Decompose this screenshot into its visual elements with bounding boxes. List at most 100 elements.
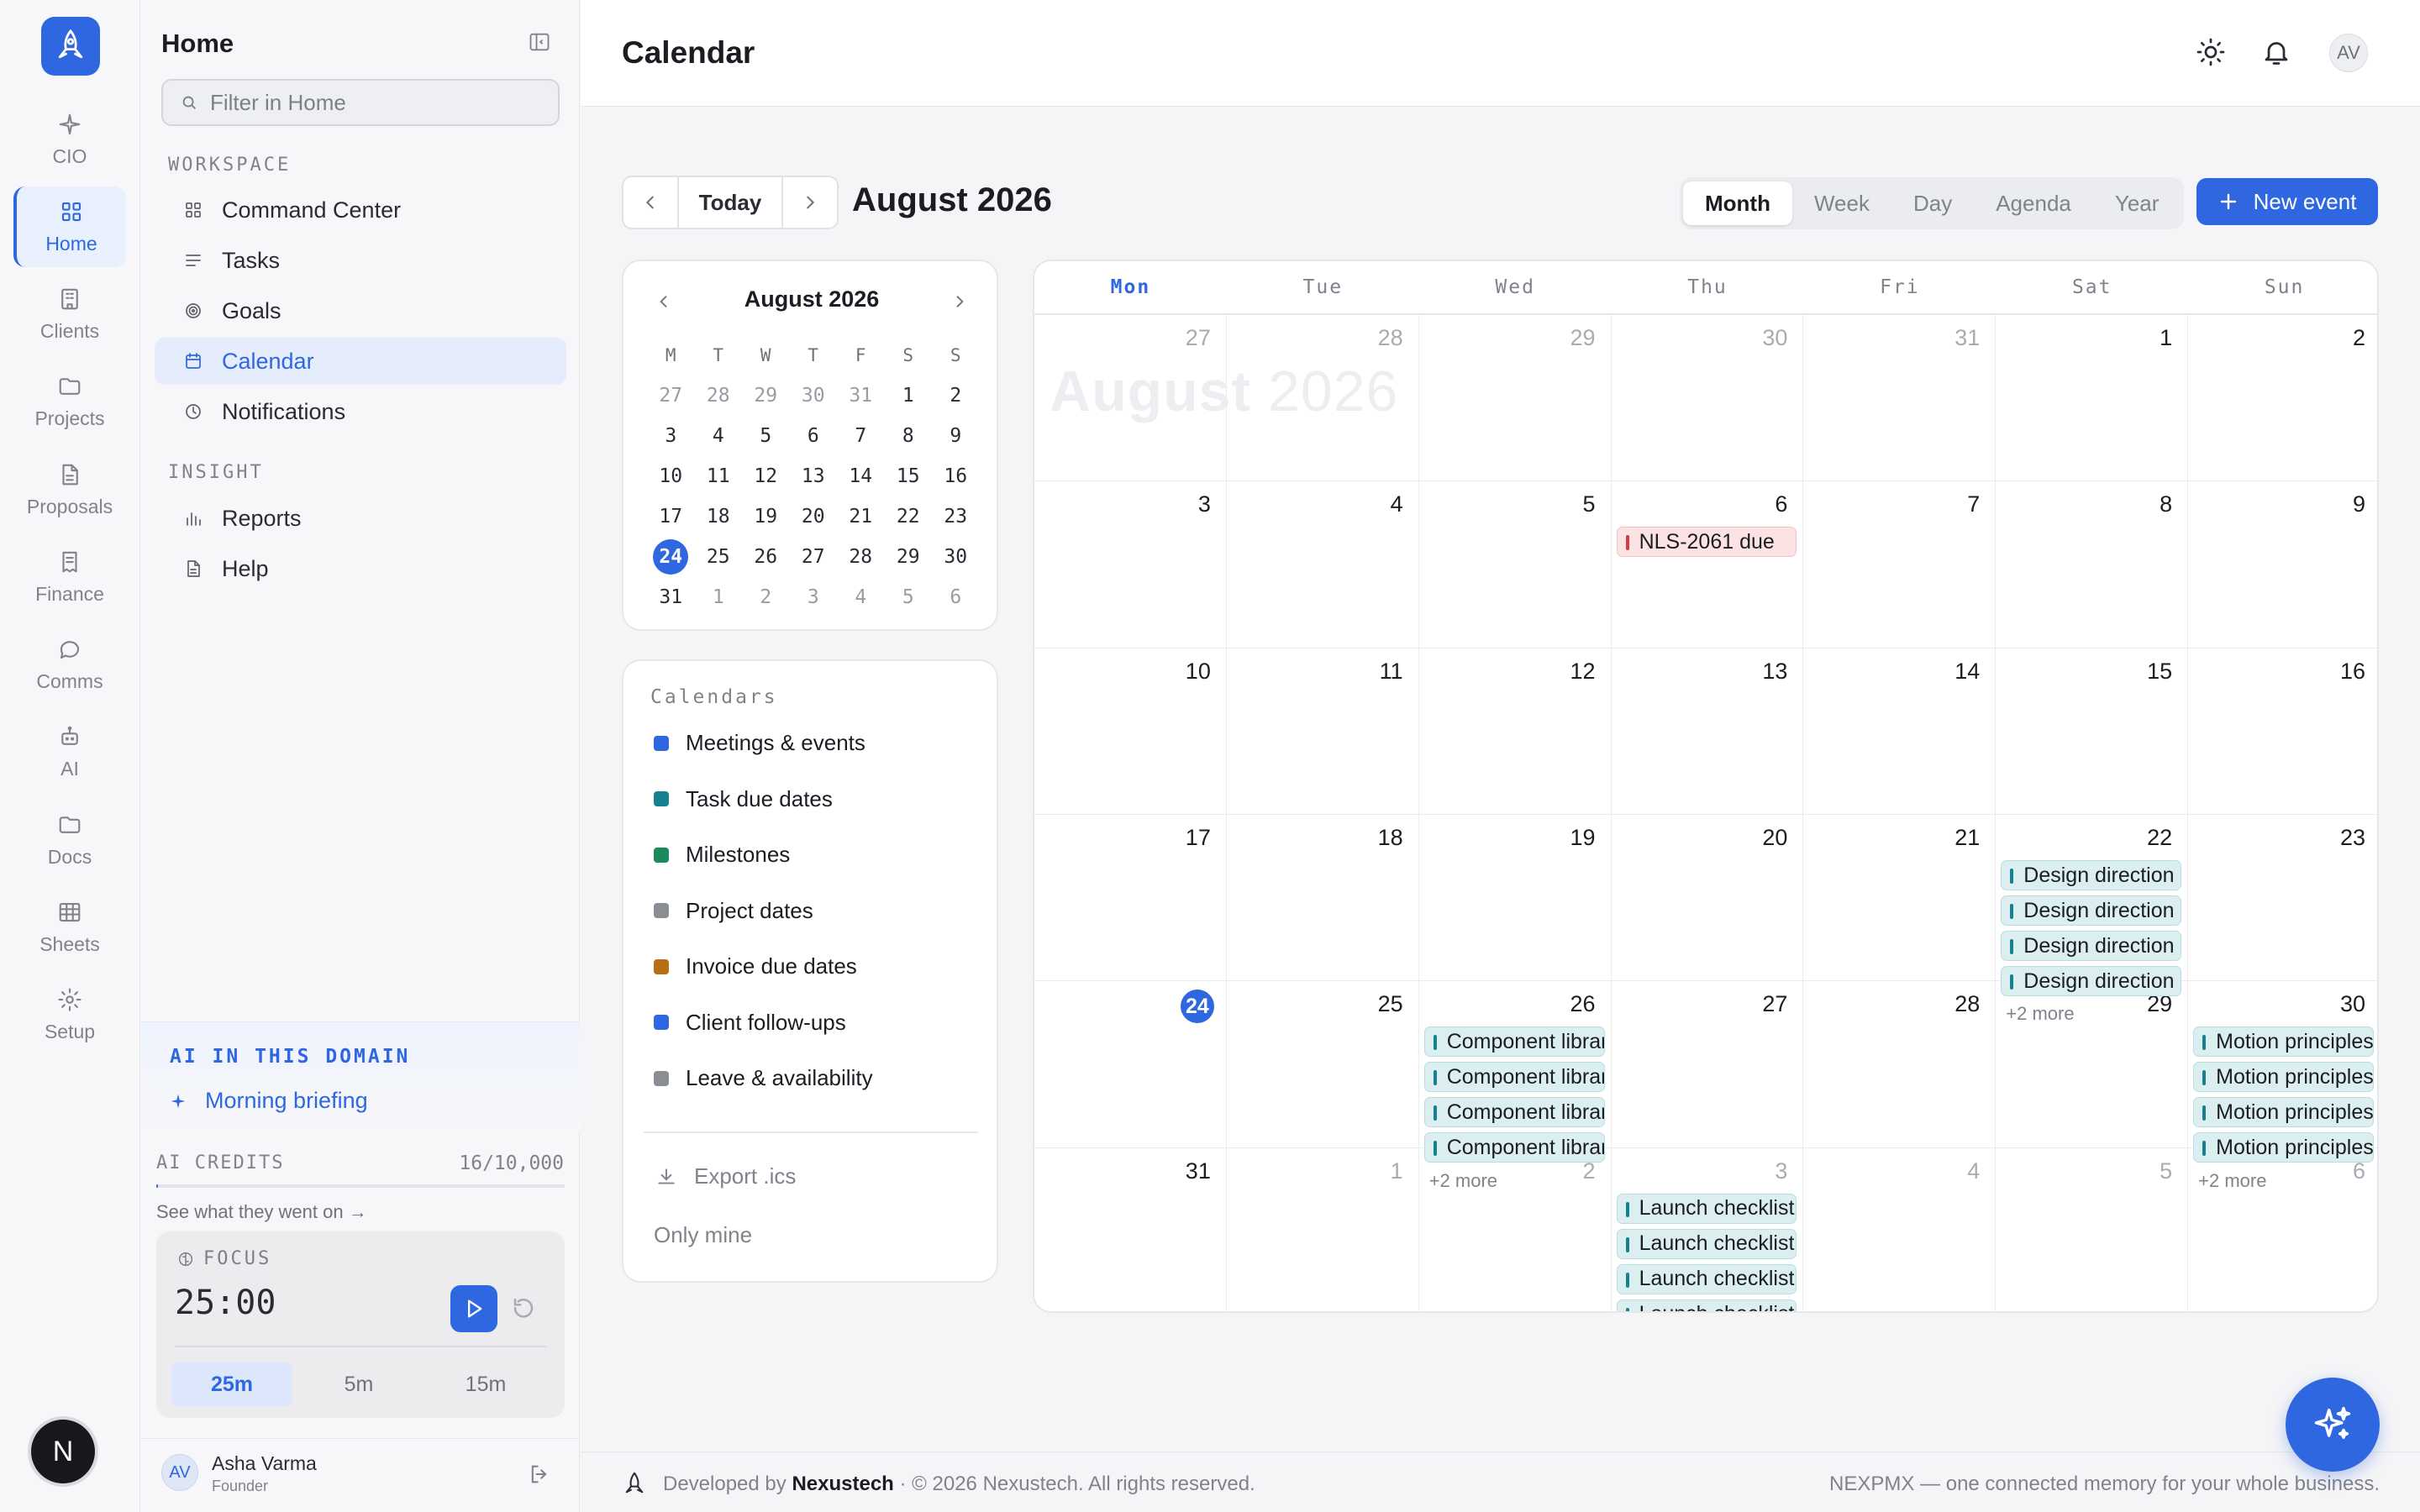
mini-day[interactable]: 26 — [742, 537, 790, 577]
calendar-toggle-leave-availability[interactable]: Leave & availability — [654, 1065, 873, 1091]
mini-day[interactable]: 25 — [695, 537, 743, 577]
more-events-link[interactable]: +2 more — [2006, 1003, 2074, 1025]
calendar-event[interactable]: Motion principles — [2193, 1026, 2374, 1058]
sidebar-item-reports[interactable]: Reports — [155, 495, 566, 542]
more-events-link[interactable]: +2 more — [1429, 1170, 1497, 1192]
rail-item-ai[interactable]: AI — [13, 711, 126, 792]
mini-day[interactable]: 5 — [885, 577, 933, 617]
day-cell[interactable]: 29 — [1418, 315, 1612, 482]
sidebar-item-goals[interactable]: Goals — [155, 287, 566, 334]
rail-item-sheets[interactable]: Sheets — [13, 887, 126, 968]
mini-day[interactable]: 31 — [647, 577, 695, 617]
mini-day[interactable]: 2 — [932, 375, 980, 416]
day-cell[interactable]: 13 — [1611, 648, 1804, 815]
mini-day[interactable]: 31 — [837, 375, 885, 416]
new-event-button[interactable]: New event — [2196, 178, 2378, 225]
mini-day[interactable]: 27 — [647, 375, 695, 416]
mini-day[interactable]: 6 — [790, 416, 838, 456]
mini-day[interactable]: 9 — [932, 416, 980, 456]
mini-day[interactable]: 29 — [742, 375, 790, 416]
day-cell[interactable]: 28 — [1226, 315, 1419, 482]
day-cell[interactable]: 5 — [1996, 1147, 2189, 1311]
view-agenda[interactable]: Agenda — [1974, 181, 2093, 225]
day-cell[interactable]: 3 Launch checklist Launch checklist Launch … — [1612, 1147, 1804, 1311]
day-cell[interactable]: 8 — [1996, 481, 2189, 648]
mini-day[interactable]: 10 — [647, 456, 695, 496]
calendar-toggle-milestones[interactable]: Milestones — [654, 842, 790, 868]
calendar-event[interactable]: Design direction review — [2001, 966, 2182, 996]
bell-icon[interactable] — [2261, 37, 2291, 67]
reset-icon[interactable] — [511, 1295, 536, 1320]
day-cell[interactable]: 17 — [1034, 815, 1227, 982]
calendar-event[interactable]: NLS-2061 due — [1616, 527, 1797, 558]
mini-day[interactable]: 27 — [790, 537, 838, 577]
day-cell[interactable]: 19 — [1418, 815, 1612, 982]
mini-day[interactable]: 18 — [695, 496, 743, 537]
rail-item-docs[interactable]: Docs — [13, 800, 126, 880]
focus-option-5m[interactable]: 5m — [298, 1362, 419, 1406]
next-month-button[interactable] — [783, 177, 837, 228]
calendar-event[interactable]: Launch checklist — [1616, 1193, 1797, 1224]
view-month[interactable]: Month — [1683, 181, 1792, 225]
mini-day-today[interactable]: 24 — [647, 537, 695, 577]
view-day[interactable]: Day — [1891, 181, 1974, 225]
mini-day[interactable]: 15 — [885, 456, 933, 496]
day-cell[interactable]: 10 — [1034, 648, 1227, 815]
calendar-event[interactable]: Component library — [1423, 1062, 1605, 1093]
day-cell[interactable]: 11 — [1226, 648, 1419, 815]
calendar-event[interactable]: Launch checklist — [1616, 1228, 1797, 1259]
day-cell[interactable]: 1 — [1227, 1147, 1419, 1311]
mini-day[interactable]: 12 — [742, 456, 790, 496]
rail-item-setup[interactable]: Setup — [13, 974, 126, 1055]
mini-day[interactable]: 4 — [837, 577, 885, 617]
mini-day[interactable]: 11 — [695, 456, 743, 496]
prev-month-button[interactable] — [623, 177, 677, 228]
day-cell[interactable]: 4 — [1226, 481, 1419, 648]
calendar-event[interactable]: Motion principles — [2193, 1062, 2374, 1093]
day-cell[interactable]: 5 — [1418, 481, 1612, 648]
day-cell[interactable]: 31 — [1803, 315, 1996, 482]
mini-day[interactable]: 21 — [837, 496, 885, 537]
rail-item-finance[interactable]: Finance — [13, 537, 126, 617]
mini-day[interactable]: 28 — [837, 537, 885, 577]
calendar-event[interactable]: Design direction review — [2001, 860, 2182, 890]
view-year[interactable]: Year — [2093, 181, 2181, 225]
rail-item-clients[interactable]: Clients — [13, 274, 126, 354]
day-cell[interactable]: 21 — [1803, 815, 1996, 982]
only-mine-toggle[interactable]: Only mine — [654, 1222, 752, 1248]
more-events-link[interactable]: +2 more — [2198, 1170, 2266, 1192]
calendar-toggle-client-follow-ups[interactable]: Client follow-ups — [654, 1010, 846, 1036]
calendar-event[interactable]: Launch checklist — [1616, 1263, 1797, 1294]
sidebar-item-calendar[interactable]: Calendar — [155, 338, 566, 385]
mini-day[interactable]: 28 — [695, 375, 743, 416]
morning-briefing-link[interactable]: Morning briefing — [170, 1088, 368, 1114]
rail-item-cio[interactable]: CIO — [13, 99, 126, 180]
calendar-event[interactable]: Design direction review — [2001, 895, 2182, 926]
calendar-event[interactable]: Launch checklist — [1616, 1299, 1797, 1311]
calendar-event[interactable]: Motion principles — [2193, 1132, 2374, 1163]
mini-day[interactable]: 30 — [790, 375, 838, 416]
mini-day[interactable]: 7 — [837, 416, 885, 456]
mini-day[interactable]: 19 — [742, 496, 790, 537]
day-cell[interactable]: 7 — [1803, 481, 1996, 648]
day-cell[interactable]: 18 — [1226, 815, 1419, 982]
day-cell[interactable]: 20 — [1611, 815, 1804, 982]
app-logo[interactable] — [41, 17, 100, 76]
user-profile[interactable]: AV Asha Varma Founder — [141, 1438, 580, 1512]
footer-company[interactable]: Nexustech — [792, 1473, 893, 1495]
focus-option-15m[interactable]: 15m — [425, 1362, 546, 1406]
mini-day[interactable]: 14 — [837, 456, 885, 496]
mini-day[interactable]: 13 — [790, 456, 838, 496]
calendar-toggle-invoice-due-dates[interactable]: Invoice due dates — [654, 953, 857, 979]
day-cell[interactable]: 4 — [1803, 1147, 1996, 1311]
day-cell[interactable]: 23 — [2188, 815, 2377, 982]
mini-day[interactable]: 1 — [885, 375, 933, 416]
mini-day[interactable]: 17 — [647, 496, 695, 537]
today-button[interactable]: Today — [677, 177, 783, 228]
day-cell[interactable]: 31 — [1034, 1147, 1227, 1311]
calendar-event[interactable]: Design direction review — [2001, 931, 2182, 961]
sidebar-item-help[interactable]: Help — [155, 545, 566, 592]
export-ics-button[interactable]: Export .ics — [655, 1163, 796, 1189]
calendar-toggle-project-dates[interactable]: Project dates — [654, 898, 813, 924]
workspace-badge[interactable]: N — [31, 1420, 95, 1483]
